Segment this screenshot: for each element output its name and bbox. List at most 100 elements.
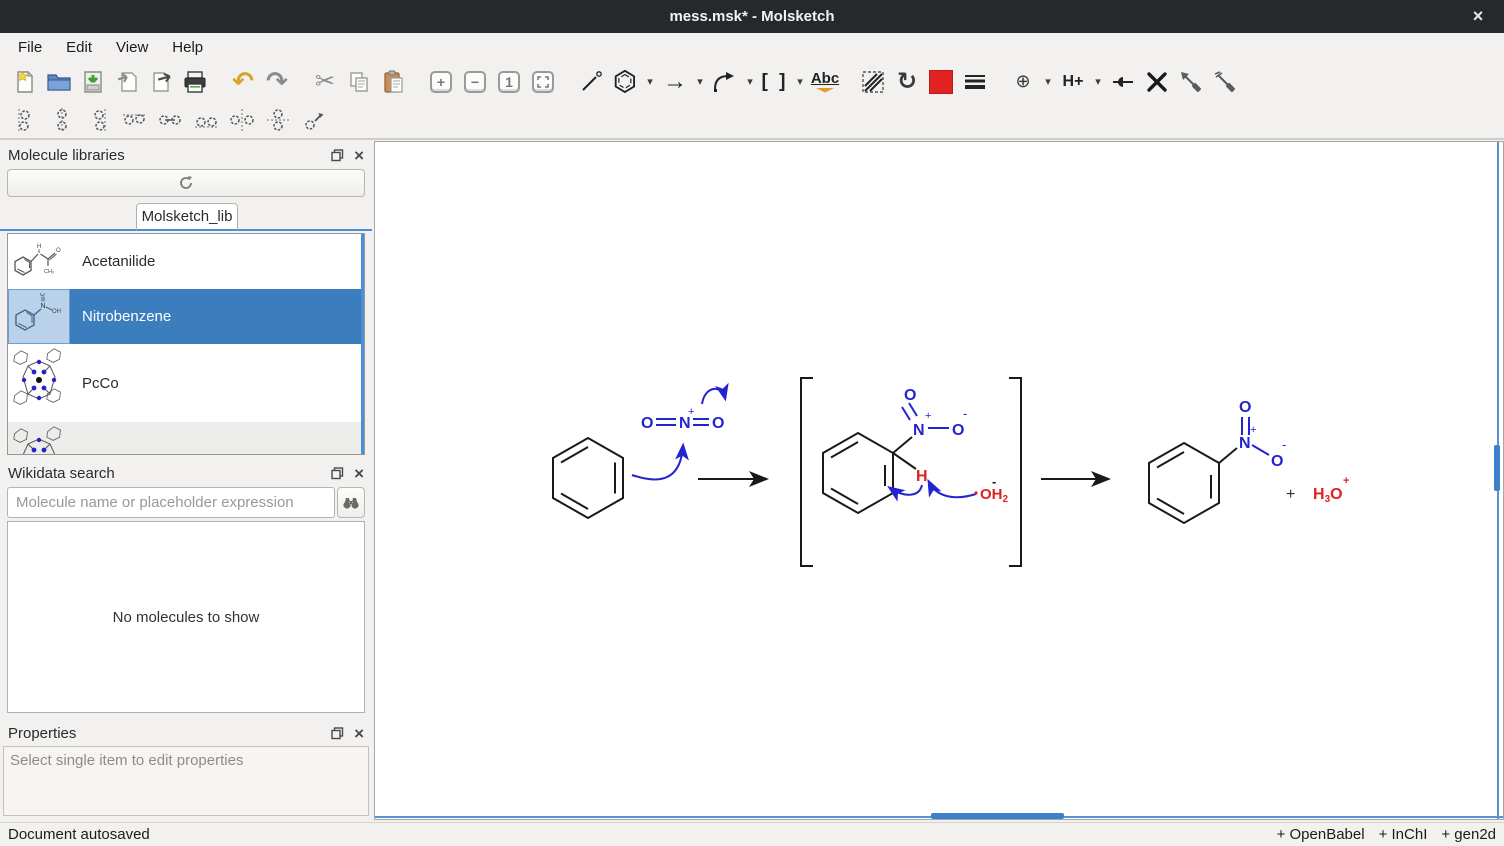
cut-button[interactable]: ✂ — [308, 66, 342, 98]
window-close-button[interactable]: × — [1466, 4, 1490, 28]
reaction-arrow-tool[interactable]: → — [658, 66, 692, 98]
right-bracket[interactable] — [1009, 378, 1021, 566]
mechanism-arrow-h-to-ring[interactable] — [890, 485, 922, 495]
copy-button[interactable] — [342, 66, 376, 98]
export-button[interactable] — [144, 66, 178, 98]
library-item-pcfe[interactable]: PcFe — [8, 422, 364, 455]
rotate-button[interactable]: ↻ — [890, 66, 924, 98]
print-button[interactable] — [178, 66, 212, 98]
delete-tool[interactable] — [1140, 66, 1174, 98]
new-document-button[interactable] — [8, 66, 42, 98]
paste-button[interactable] — [376, 66, 410, 98]
svg-text:+: + — [688, 406, 694, 418]
zoom-fit-button[interactable] — [526, 66, 560, 98]
color-swatch-red — [929, 70, 953, 94]
save-button[interactable] — [76, 66, 110, 98]
library-item-acetanilide[interactable]: H O CH₃ Acetanilide — [8, 234, 364, 289]
close-panel-icon[interactable]: × — [354, 147, 364, 164]
ring-tool[interactable] — [608, 66, 642, 98]
library-item-label: PcFe — [82, 453, 117, 456]
zoom-out-icon: − — [464, 71, 486, 93]
line-width-button[interactable] — [958, 66, 992, 98]
left-bracket[interactable] — [801, 378, 813, 566]
refresh-libraries-button[interactable] — [7, 169, 365, 197]
charge-tool[interactable]: ⊕ — [1006, 66, 1040, 98]
mechanism-arrow-benzene-to-n[interactable] — [632, 446, 683, 479]
reaction-arrow-dropdown[interactable]: ▾ — [692, 66, 708, 98]
benzene-molecule[interactable] — [553, 438, 623, 518]
library-item-label: Acetanilide — [82, 253, 155, 270]
color-swatch-button[interactable] — [924, 66, 958, 98]
charge-dropdown[interactable]: ▾ — [1040, 66, 1056, 98]
hash-pattern-button[interactable] — [856, 66, 890, 98]
mechanism-arrow-dropdown[interactable]: ▾ — [742, 66, 758, 98]
wikidata-search-input[interactable] — [7, 487, 335, 518]
zoom-out-button[interactable]: − — [458, 66, 492, 98]
svg-text:-: - — [992, 474, 996, 489]
menu-view[interactable]: View — [106, 36, 158, 59]
align-left-button[interactable] — [8, 105, 44, 135]
molecule-library-list: H O CH₃ Acetanilide N — [7, 233, 365, 455]
hydronium-label[interactable]: H3O + — [1313, 475, 1349, 505]
brackets-tool[interactable]: [ ] — [758, 66, 792, 98]
brackets-dropdown[interactable]: ▾ — [792, 66, 808, 98]
optimize-tool-1[interactable] — [1174, 66, 1208, 98]
save-icon — [81, 70, 105, 94]
align-top-button[interactable] — [116, 105, 152, 135]
align-bottom-button[interactable] — [188, 105, 224, 135]
zoom-original-button[interactable]: 1 — [492, 66, 526, 98]
zoom-in-button[interactable]: + — [424, 66, 458, 98]
float-panel-icon[interactable] — [331, 149, 344, 162]
align-vcenter-button[interactable] — [44, 105, 80, 135]
close-panel-icon[interactable]: × — [354, 465, 364, 482]
curved-arrow-icon — [712, 71, 738, 93]
water-base-label[interactable]: OH2 - — [974, 474, 1008, 505]
status-openbabel: + OpenBabel — [1277, 826, 1365, 843]
distribute-vertical-button[interactable] — [260, 105, 296, 135]
close-panel-icon[interactable]: × — [354, 725, 364, 742]
drawing-canvas[interactable]: O N + O O N + O — [374, 141, 1504, 820]
library-item-pcco[interactable]: PcCo — [8, 344, 364, 422]
hydrogen-dropdown[interactable]: ▾ — [1090, 66, 1106, 98]
flip-rotate-button[interactable] — [296, 105, 332, 135]
float-panel-icon[interactable] — [331, 467, 344, 480]
draw-bond-tool[interactable] — [574, 66, 608, 98]
nitronium-ion[interactable]: O N + O — [641, 406, 724, 432]
mechanism-arrow-water-to-h[interactable] — [929, 482, 976, 497]
wikidata-search-button[interactable] — [337, 487, 365, 518]
wikidata-results-area: No molecules to show — [7, 521, 365, 713]
molecule-thumbnail: N O OH — [8, 289, 70, 344]
text-tool[interactable]: Abc — [808, 66, 842, 98]
optimize-tool-2[interactable] — [1208, 66, 1242, 98]
tab-molsketch-lib[interactable]: Molsketch_lib — [136, 203, 238, 231]
align-right-button[interactable] — [80, 105, 116, 135]
align-hcenter-button[interactable] — [152, 105, 188, 135]
menu-file[interactable]: File — [8, 36, 52, 59]
library-list-scrollbar[interactable] — [361, 234, 364, 454]
redo-button[interactable]: ↷ — [260, 66, 294, 98]
canvas-vscrollbar-thumb[interactable] — [1494, 445, 1500, 491]
canvas-hscrollbar-thumb[interactable] — [931, 813, 1064, 819]
ring-tool-dropdown[interactable]: ▾ — [642, 66, 658, 98]
mechanism-arrow-tool[interactable] — [708, 66, 742, 98]
hydrogen-tool[interactable]: H+ — [1056, 66, 1090, 98]
zoom-original-icon: 1 — [498, 71, 520, 93]
menu-edit[interactable]: Edit — [56, 36, 102, 59]
nitrobenzene-product[interactable]: N + O O - — [1149, 399, 1286, 523]
zoom-fit-icon — [532, 71, 554, 93]
menu-help[interactable]: Help — [162, 36, 213, 59]
mechanism-arrow-no-bond-to-o[interactable] — [702, 389, 725, 404]
bond-icon — [579, 70, 603, 94]
lone-pair-tool[interactable] — [1106, 66, 1140, 98]
arenium-intermediate[interactable]: O N + O - H — [823, 387, 967, 513]
statusbar: Document autosaved + OpenBabel + InChI +… — [0, 822, 1504, 846]
hammer-hatch-icon — [1213, 70, 1237, 94]
float-panel-icon[interactable] — [331, 727, 344, 740]
distribute-horizontal-button[interactable] — [224, 105, 260, 135]
library-item-nitrobenzene[interactable]: N O OH Nitrobenzene — [8, 289, 364, 344]
text-tool-icon: Abc — [811, 71, 839, 93]
undo-button[interactable]: ↶ — [226, 66, 260, 98]
hatch-area-icon — [861, 70, 885, 94]
import-button[interactable] — [110, 66, 144, 98]
open-file-button[interactable] — [42, 66, 76, 98]
